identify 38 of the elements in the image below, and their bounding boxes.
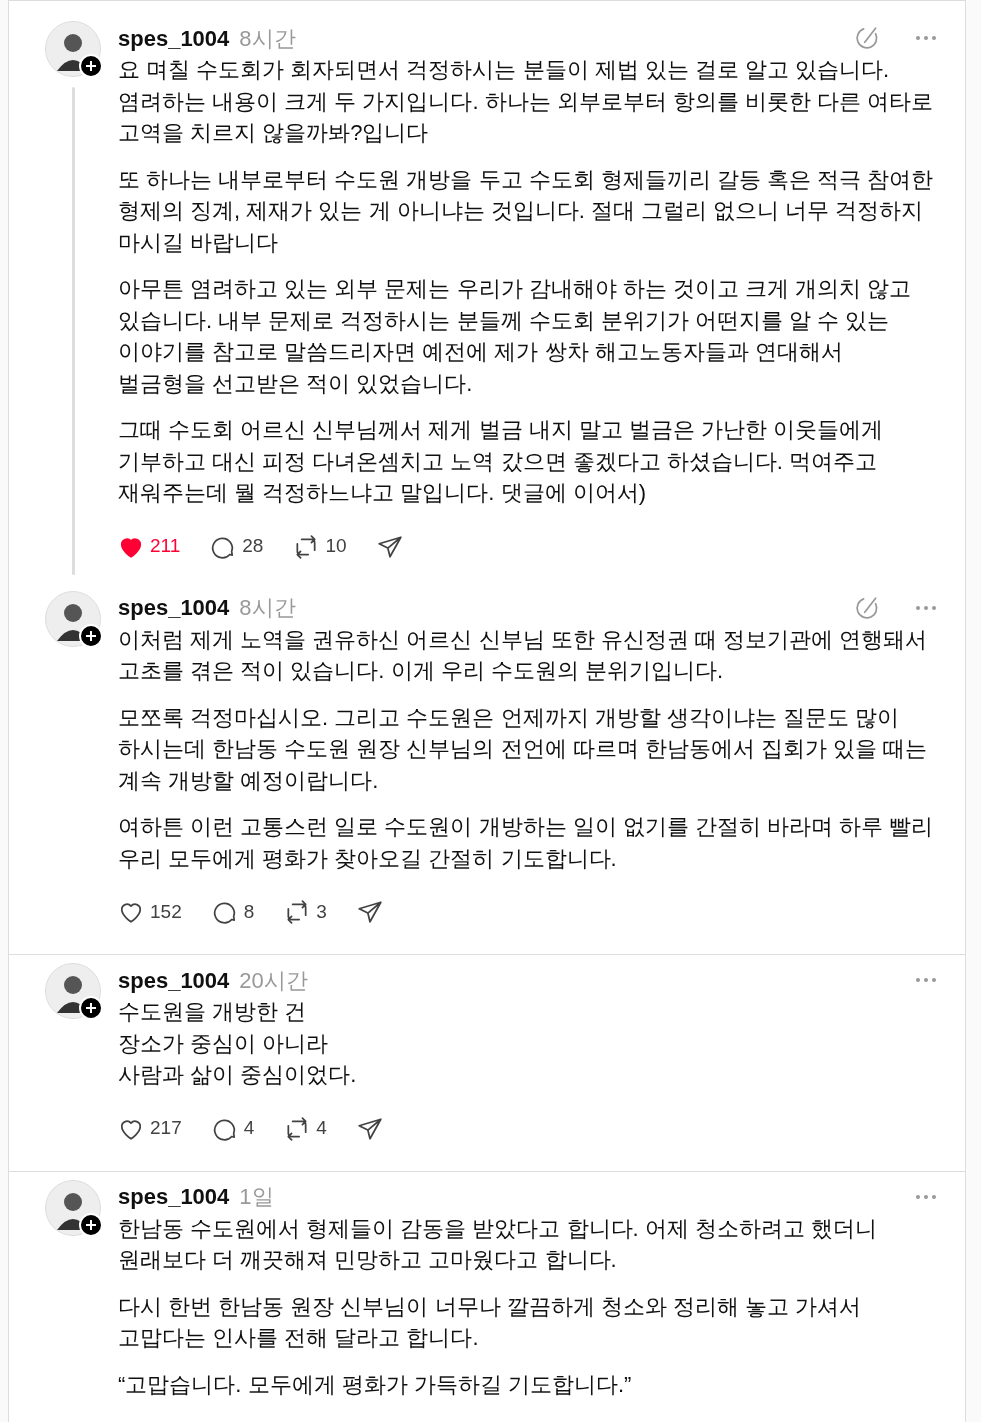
post-text: 또 하나는 내부로부터 수도원 개방을 두고 수도회 형제들끼리 갈등 혹은 적극 참여한 형제의 징계, 제재가 있는 게 아니냐는 것입니다. 절대 그럴리 없으니 너무 걱정하지 마시길 바랍니다	[118, 165, 935, 257]
username[interactable]: spes_1004	[118, 591, 230, 624]
post-text: 모쪼록 걱정마십시오. 그리고 수도원은 언제까지 개방할 생각이냐는 질문도 많이 하시는데 한남동 수도원 원장 신부님의 전언에 따르며 한남동에서 집회가 있을 때는 계속 개방할 예정이랍니다.	[118, 703, 929, 795]
post-text: 수도원을 개방한 건 장소가 중심이 아니라 사람과 삶이 중심이었다.	[118, 998, 358, 1089]
username[interactable]: spes_1004	[118, 21, 230, 55]
repost-count: 4	[316, 1116, 327, 1141]
like-count: 211	[150, 534, 181, 559]
more-icon[interactable]	[915, 604, 937, 611]
reply-count: 8	[243, 899, 255, 924]
post-time: 8시간	[239, 24, 296, 53]
post-text: 한남동 수도원에서 형제들이 감동을 받았다고 합니다. 어제 청소하려고 했더니 원래보다 더 깨끗해져 민망하고 고마웠다고 합니다.	[118, 1214, 878, 1274]
more-icon[interactable]	[915, 977, 937, 983]
follow-plus-icon[interactable]	[79, 996, 103, 1020]
post-time: 8시간	[239, 594, 296, 622]
like-count: 217	[150, 1116, 182, 1141]
post-text: 요 며칠 수도회가 회자되면서 걱정하시는 분들이 제법 있는 걸로 알고 있습니다. 염려하는 내용이 크게 두 가지입니다. 하나는 외부로부터 항의를 비롯한 다른 여타로 고역을 치르지 않을까봐?입니다	[118, 56, 935, 147]
post-text: 여하튼 이런 고통스런 일로 수도원이 개방하는 일이 없기를 간절히 바라며 하루 빨리 우리 모두에게 평화가 찾아오길 간절히 기도합니다.	[118, 813, 935, 873]
send-icon[interactable]	[356, 1115, 383, 1142]
post-text: 아무튼 염려하고 있는 외부 문제는 우리가 감내해야 하는 것이고 크게 개의치 않고 있습니다. 내부 문제로 걱정하시는 분들께 수도회 분위기가 어떤지를 알 수 있는 이야기를 참고로 말씀드리자면 예전에 제가 쌍차 해고노동자들과 연대해서 벌금형을 선고받은 적이 있었습니다.	[118, 275, 913, 398]
post-text: “고맙습니다. 모두에게 평화가 가득하길 기도합니다.”	[118, 1370, 633, 1399]
post-text: 다시 한번 한남동 원장 신부님이 너무나 깔끔하게 청소와 정리해 놓고 가셔서 고맙다는 인사를 전해 달라고 합니다.	[118, 1292, 863, 1352]
repost-count: 10	[325, 534, 347, 559]
reply-count: 4	[243, 1116, 255, 1141]
post-text: 그때 수도회 어르신 신부님께서 제게 벌금 내지 말고 벌금은 가난한 이웃들에게 기부하고 대신 피정 다녀온셈치고 노역 갔으면 좋겠다고 하셨습니다. 먹여주고 재워주는데 뭘 걱정하느냐고 말입니다. 댓글에 이어서)	[118, 416, 885, 507]
like-count: 152	[150, 899, 182, 924]
follow-plus-icon[interactable]	[79, 54, 103, 78]
send-icon[interactable]	[356, 899, 383, 925]
reply-count: 28	[242, 534, 264, 559]
send-icon[interactable]	[376, 533, 403, 560]
comment-icon[interactable]	[211, 899, 238, 925]
username[interactable]: spes_1004	[118, 1180, 230, 1213]
post-time: 1일	[239, 1183, 274, 1211]
repost-count: 3	[316, 899, 327, 924]
more-icon[interactable]	[915, 1193, 937, 1200]
post-text: 이처럼 제게 노역을 권유하신 어르신 신부님 또한 유신정권 때 정보기관에 연행돼서 고초를 겪은 적이 있습니다. 이게 우리 수도원의 분위기입니다.	[118, 625, 929, 685]
post-time: 20시간	[239, 966, 308, 995]
more-icon[interactable]	[915, 35, 937, 41]
username[interactable]: spes_1004	[118, 963, 230, 997]
